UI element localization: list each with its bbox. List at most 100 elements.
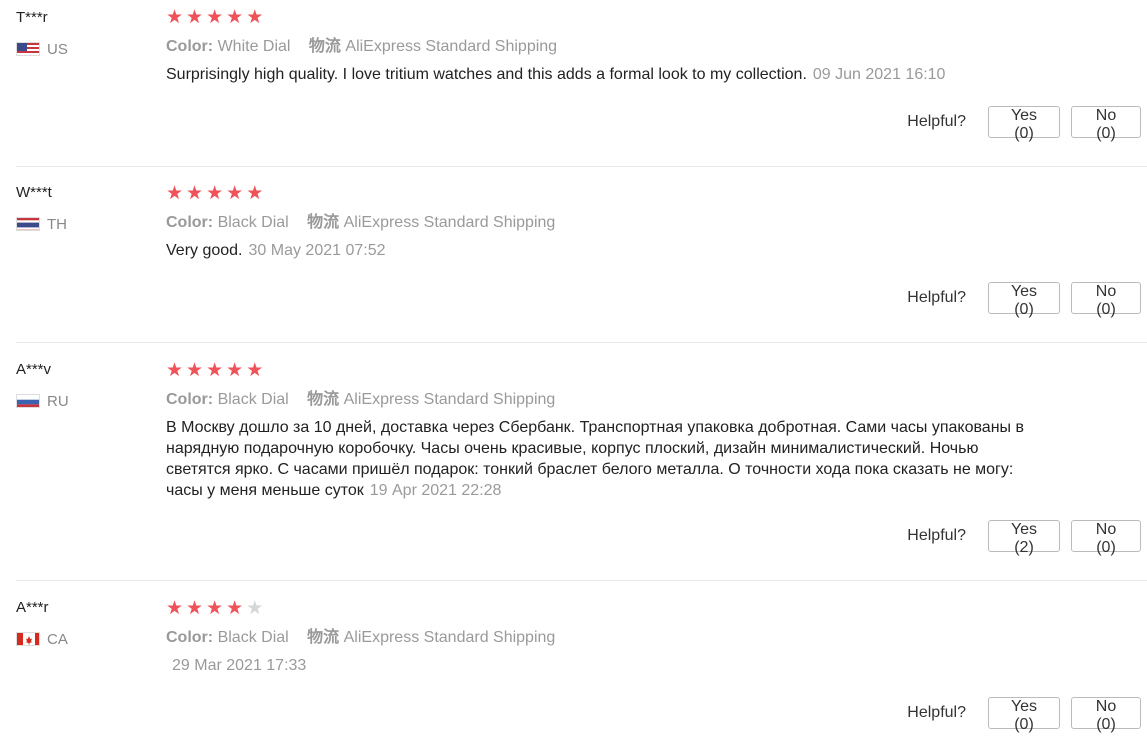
shipping-label: 物流 <box>307 629 340 646</box>
helpful-controls: Helpful? Yes (0) No (0) <box>907 282 1141 318</box>
review-date: 09 Jun 2021 16:10 <box>812 66 946 83</box>
reviewer-name: W***t <box>16 184 52 201</box>
review-body: ★ ★ ★ ★ ★ Color: Black Dial 物流 AliExpress St… <box>166 599 1143 676</box>
review-text: В Москву дошло за 10 дней, доставка чере… <box>166 419 1024 499</box>
star-empty-icon: ★ <box>246 598 264 619</box>
star-rating: ★ ★ ★ ★ ★ <box>166 184 1143 204</box>
star-filled-icon: ★ <box>226 598 244 619</box>
review-body: ★ ★ ★ ★ ★ Color: White Dial 物流 AliExpress St… <box>166 8 1143 85</box>
review-text-block: В Москву дошло за 10 дней, доставка чере… <box>166 417 1036 501</box>
star-filled-icon: ★ <box>186 7 204 28</box>
review-text-block: 29 Mar 2021 17:33 <box>166 655 1036 676</box>
review-date: 29 Mar 2021 17:33 <box>172 657 307 674</box>
review-body: ★ ★ ★ ★ ★ Color: Black Dial 物流 AliExpress St… <box>166 184 1143 261</box>
shipping-label: 物流 <box>307 214 340 231</box>
th-flag-icon <box>16 217 40 231</box>
us-flag-icon <box>16 42 40 56</box>
ca-flag-icon <box>16 632 40 646</box>
reviewer-name: A***v <box>16 361 52 378</box>
star-filled-icon: ★ <box>246 7 264 28</box>
review-meta: Color: Black Dial 物流 AliExpress Standard… <box>166 212 1143 234</box>
reviewer-country: RU <box>16 392 156 410</box>
helpful-no-button[interactable]: No (0) <box>1071 106 1141 142</box>
review-meta: Color: Black Dial 物流 AliExpress Standard… <box>166 389 1143 411</box>
star-filled-icon: ★ <box>246 360 264 381</box>
color-label: Color: <box>166 629 214 646</box>
star-filled-icon: ★ <box>206 183 224 204</box>
review-date: 19 Apr 2021 22:28 <box>369 482 502 499</box>
helpful-label: Helpful? <box>907 289 966 306</box>
helpful-controls: Helpful? Yes (2) No (0) <box>907 520 1141 556</box>
star-rating: ★ ★ ★ ★ ★ <box>166 599 1143 619</box>
color-value: Black Dial <box>217 629 289 646</box>
star-filled-icon: ★ <box>206 598 224 619</box>
review-meta: Color: Black Dial 物流 AliExpress Standard… <box>166 627 1143 649</box>
review-meta: Color: White Dial 物流 AliExpress Standard… <box>166 36 1143 58</box>
reviewer-country: CA <box>16 630 156 648</box>
review-text: Very good. <box>166 242 243 259</box>
helpful-label: Helpful? <box>907 704 966 721</box>
country-code: CA <box>47 630 68 648</box>
helpful-yes-button[interactable]: Yes (0) <box>988 697 1060 733</box>
helpful-controls: Helpful? Yes (0) No (0) <box>907 106 1141 142</box>
helpful-yes-button[interactable]: Yes (2) <box>988 520 1060 556</box>
country-code: US <box>47 40 68 58</box>
reviewer-name: A***r <box>16 599 49 616</box>
star-filled-icon: ★ <box>186 598 204 619</box>
review-item: W***t TH ★ ★ ★ ★ ★ Color: Black Dial 物流 … <box>16 167 1147 343</box>
helpful-no-button[interactable]: No (0) <box>1071 697 1141 733</box>
reviewer-info: T***r US <box>16 8 156 58</box>
reviewer-info: W***t TH <box>16 183 156 233</box>
country-code: TH <box>47 215 67 233</box>
star-filled-icon: ★ <box>166 598 184 619</box>
shipping-value: AliExpress Standard Shipping <box>343 629 556 646</box>
star-filled-icon: ★ <box>206 360 224 381</box>
star-filled-icon: ★ <box>246 183 264 204</box>
star-filled-icon: ★ <box>166 7 184 28</box>
shipping-value: AliExpress Standard Shipping <box>345 38 558 55</box>
review-body: ★ ★ ★ ★ ★ Color: Black Dial 物流 AliExpress St… <box>166 361 1143 501</box>
helpful-controls: Helpful? Yes (0) No (0) <box>907 697 1141 733</box>
helpful-yes-button[interactable]: Yes (0) <box>988 282 1060 318</box>
reviewer-country: TH <box>16 215 156 233</box>
color-value: Black Dial <box>217 214 289 231</box>
shipping-label: 物流 <box>307 391 340 408</box>
shipping-value: AliExpress Standard Shipping <box>343 391 556 408</box>
review-date: 30 May 2021 07:52 <box>248 242 386 259</box>
helpful-yes-button[interactable]: Yes (0) <box>988 106 1060 142</box>
review-text-block: Very good. 30 May 2021 07:52 <box>166 240 1036 261</box>
shipping-value: AliExpress Standard Shipping <box>343 214 556 231</box>
star-filled-icon: ★ <box>226 360 244 381</box>
review-list: T***r US ★ ★ ★ ★ ★ Color: White Dial 物流 … <box>0 0 1147 737</box>
shipping-label: 物流 <box>308 38 341 55</box>
helpful-no-button[interactable]: No (0) <box>1071 520 1141 556</box>
star-rating: ★ ★ ★ ★ ★ <box>166 8 1143 28</box>
star-filled-icon: ★ <box>186 183 204 204</box>
helpful-no-button[interactable]: No (0) <box>1071 282 1141 318</box>
star-filled-icon: ★ <box>226 183 244 204</box>
color-value: White Dial <box>217 38 291 55</box>
reviewer-info: A***v RU <box>16 360 156 410</box>
color-label: Color: <box>166 391 214 408</box>
star-filled-icon: ★ <box>186 360 204 381</box>
star-filled-icon: ★ <box>206 7 224 28</box>
review-item: A***v RU ★★★★★ Color: Black Dial 物流 <box>16 343 1147 581</box>
review-text-block: Surprisingly high quality. I love tritiu… <box>166 64 1036 85</box>
ru-flag-icon <box>16 394 40 408</box>
review-item: T***r US ★ ★ ★ ★ ★ Color: White Dial 物流 … <box>16 0 1147 167</box>
helpful-label: Helpful? <box>907 113 966 130</box>
star-filled-icon: ★ <box>166 183 184 204</box>
helpful-label: Helpful? <box>907 527 966 544</box>
reviewer-info: A***r CA <box>16 598 156 648</box>
star-filled-icon: ★ <box>166 360 184 381</box>
country-code: RU <box>47 392 69 410</box>
reviewer-name: T***r <box>16 9 48 26</box>
review-text: Surprisingly high quality. I love tritiu… <box>166 66 807 83</box>
color-value: Black Dial <box>217 391 289 408</box>
star-filled-icon: ★ <box>226 7 244 28</box>
reviewer-country: US <box>16 40 156 58</box>
star-rating: ★ ★ ★ ★ ★ <box>166 361 1143 381</box>
review-item: A***r CA ★ ★ ★ ★ ★ Color: Black Dial 物流 … <box>16 581 1147 737</box>
color-label: Color: <box>166 214 214 231</box>
color-label: Color: <box>166 38 214 55</box>
